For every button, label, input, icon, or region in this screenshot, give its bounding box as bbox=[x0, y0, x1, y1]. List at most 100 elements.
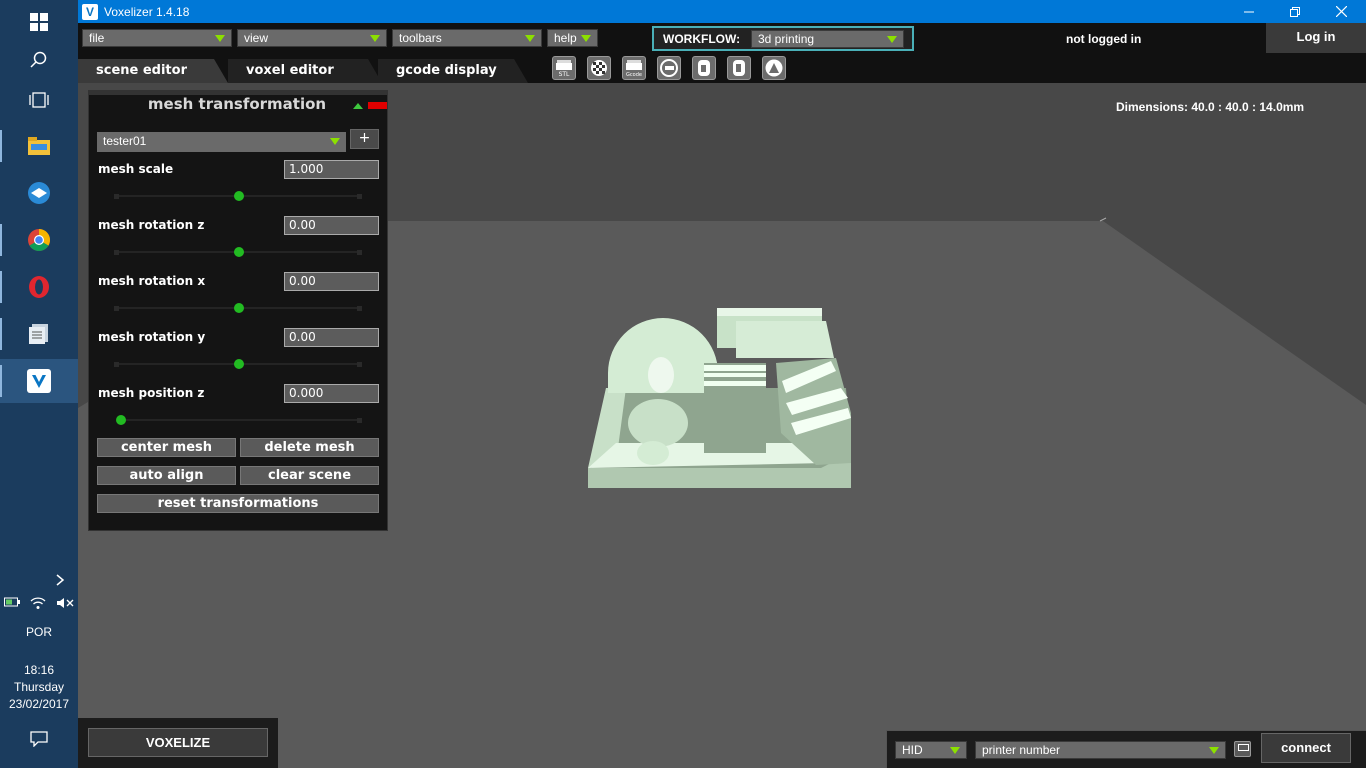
add-mesh-button[interactable]: + bbox=[350, 129, 379, 149]
log-in-button[interactable]: Log in bbox=[1266, 23, 1366, 53]
slider-max-marker bbox=[357, 362, 362, 367]
chevron-down-icon bbox=[581, 35, 591, 42]
panel-title: mesh transformation bbox=[147, 95, 327, 113]
wifi-icon[interactable] bbox=[30, 596, 46, 610]
mesh-rotation-x-slider-knob[interactable] bbox=[233, 303, 244, 313]
mesh-position-z-slider[interactable] bbox=[117, 419, 361, 421]
center-mesh-button[interactable]: center mesh bbox=[97, 438, 236, 457]
open-stl-icon[interactable]: STL bbox=[552, 56, 576, 80]
collapse-arrow-icon[interactable] bbox=[353, 103, 363, 109]
mesh-transformation-panel: mesh transformation tester01 + mesh scal… bbox=[88, 90, 388, 531]
mesh-rotation-z-input[interactable]: 0.00 bbox=[284, 216, 379, 235]
mesh-scale-slider-knob[interactable] bbox=[233, 191, 244, 201]
mesh-position-z-input[interactable]: 0.000 bbox=[284, 384, 379, 403]
voxelize-button[interactable]: VOXELIZE bbox=[88, 728, 268, 757]
tool-a-icon[interactable] bbox=[657, 56, 681, 80]
tool-c-icon[interactable] bbox=[727, 56, 751, 80]
mesh-rotation-z-slider-knob[interactable] bbox=[233, 247, 244, 257]
voxelizer-logo-icon bbox=[27, 369, 51, 393]
menu-toolbars-label: toolbars bbox=[399, 31, 442, 45]
papers-app-button[interactable] bbox=[0, 312, 78, 356]
tab-voxel-editor[interactable]: voxel editor bbox=[228, 59, 382, 83]
battery-icon[interactable] bbox=[4, 596, 20, 608]
opera-icon bbox=[29, 276, 49, 298]
mesh-position-z-slider-knob[interactable] bbox=[116, 415, 126, 425]
menu-file[interactable]: file bbox=[82, 29, 232, 47]
restore-button[interactable] bbox=[1272, 0, 1318, 23]
connection-type-dropdown[interactable]: HID bbox=[895, 741, 967, 759]
open-gcode-icon[interactable]: Gcode bbox=[622, 56, 646, 80]
voxelizer-taskbar-button[interactable] bbox=[0, 359, 78, 403]
dimensions-readout: Dimensions: 40.0 : 40.0 : 14.0mm bbox=[1116, 100, 1305, 114]
notification-icon bbox=[30, 731, 48, 747]
opera-button[interactable] bbox=[0, 265, 78, 309]
mesh-rotation-y-label: mesh rotation y bbox=[98, 330, 206, 344]
panel-close-button[interactable] bbox=[368, 102, 387, 109]
action-center-button[interactable] bbox=[0, 717, 78, 761]
show-hidden-icons-chevron-icon[interactable] bbox=[54, 572, 66, 591]
speaker-muted-icon[interactable] bbox=[56, 596, 74, 610]
reset-transformations-button[interactable]: reset transformations bbox=[97, 494, 379, 513]
menu-toolbars[interactable]: toolbars bbox=[392, 29, 542, 47]
mesh-scale-label: mesh scale bbox=[98, 162, 174, 176]
clock-date[interactable]: 23/02/2017 bbox=[0, 697, 78, 711]
menu-view[interactable]: view bbox=[237, 29, 387, 47]
stl-label: STL bbox=[559, 71, 570, 78]
window-title: Voxelizer 1.4.18 bbox=[104, 4, 190, 19]
workflow-value: 3d printing bbox=[758, 32, 815, 46]
tool-b-icon[interactable] bbox=[692, 56, 716, 80]
mesh-select-dropdown[interactable]: tester01 bbox=[97, 132, 346, 152]
workflow-label: WORKFLOW: bbox=[663, 32, 741, 46]
tab-scene-editor-label: scene editor bbox=[96, 63, 187, 78]
mesh-scale-input[interactable]: 1.000 bbox=[284, 160, 379, 179]
minimize-icon bbox=[1244, 11, 1254, 12]
mesh-rotation-y-slider-knob[interactable] bbox=[233, 359, 244, 369]
mesh-rotation-x-input[interactable]: 0.00 bbox=[284, 272, 379, 291]
slider-min-marker bbox=[114, 362, 119, 367]
mesh-select-value: tester01 bbox=[103, 134, 147, 148]
chrome-button[interactable] bbox=[0, 218, 78, 262]
connect-button[interactable]: connect bbox=[1261, 733, 1351, 763]
slider-min-marker bbox=[114, 194, 119, 199]
chrome-icon bbox=[28, 229, 50, 251]
menu-file-label: file bbox=[89, 31, 105, 45]
close-button[interactable] bbox=[1318, 0, 1364, 23]
chevron-down-icon bbox=[950, 747, 960, 754]
workflow-dropdown[interactable]: 3d printing bbox=[751, 30, 904, 48]
menu-help-label: help bbox=[554, 31, 577, 45]
save-icon[interactable] bbox=[1234, 741, 1251, 757]
auto-align-button[interactable]: auto align bbox=[97, 466, 236, 485]
clock-time[interactable]: 18:16 bbox=[0, 663, 78, 677]
tab-bar: scene editor voxel editor gcode display … bbox=[78, 53, 1366, 83]
search-icon bbox=[30, 51, 47, 68]
minimize-button[interactable] bbox=[1226, 0, 1272, 23]
search-button[interactable] bbox=[0, 38, 78, 82]
file-explorer-button[interactable] bbox=[0, 124, 78, 168]
windows-taskbar: POR 18:16 Thursday 23/02/2017 bbox=[0, 0, 78, 768]
chevron-down-icon bbox=[215, 35, 225, 42]
folder-icon bbox=[28, 137, 50, 155]
chevron-down-icon bbox=[887, 36, 897, 43]
mesh-rotation-x-label: mesh rotation x bbox=[98, 274, 206, 288]
menu-help[interactable]: help bbox=[547, 29, 598, 47]
task-view-button[interactable] bbox=[0, 78, 78, 122]
printer-connection-bar: HID printer number connect bbox=[886, 730, 1366, 768]
checker-icon[interactable] bbox=[587, 56, 611, 80]
tool-d-icon[interactable] bbox=[762, 56, 786, 80]
chevron-down-icon bbox=[330, 138, 340, 145]
input-language[interactable]: POR bbox=[0, 625, 78, 639]
mesh-rotation-y-input[interactable]: 0.00 bbox=[284, 328, 379, 347]
tab-gcode-display[interactable]: gcode display bbox=[378, 59, 528, 83]
delete-mesh-button[interactable]: delete mesh bbox=[240, 438, 379, 457]
chevron-down-icon bbox=[370, 35, 380, 42]
workflow-selector: WORKFLOW: 3d printing bbox=[652, 26, 914, 51]
printer-number-dropdown[interactable]: printer number bbox=[975, 741, 1226, 759]
mesh-model[interactable] bbox=[586, 303, 866, 493]
thunderbird-button[interactable] bbox=[0, 171, 78, 215]
clock-day[interactable]: Thursday bbox=[0, 680, 78, 694]
chevron-down-icon bbox=[1209, 747, 1219, 754]
login-status: not logged in bbox=[1066, 32, 1142, 46]
clear-scene-button[interactable]: clear scene bbox=[240, 466, 379, 485]
slider-max-marker bbox=[357, 418, 362, 423]
tab-scene-editor[interactable]: scene editor bbox=[78, 59, 228, 83]
